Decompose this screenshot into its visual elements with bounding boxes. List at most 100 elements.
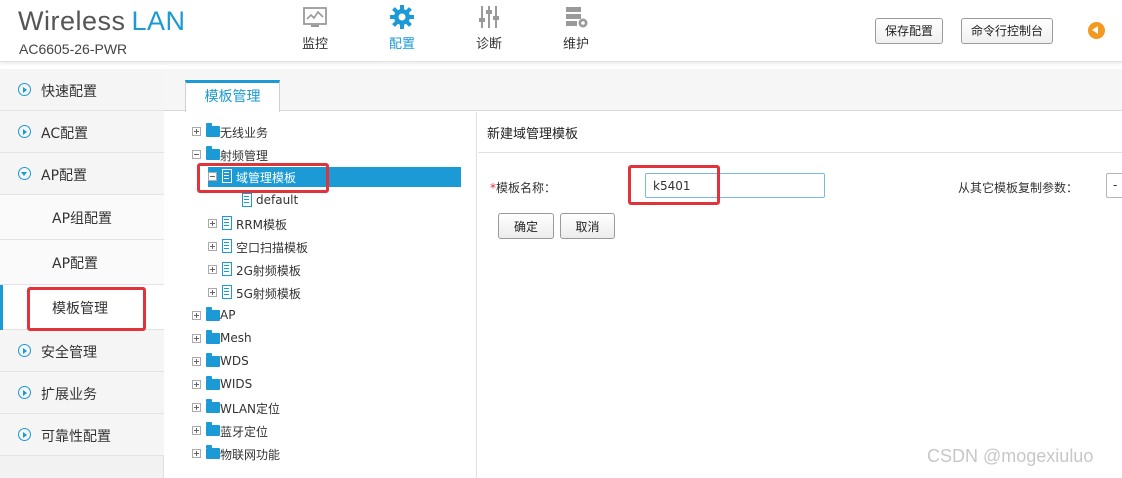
sidebar-item-ap-config[interactable]: AP配置 [0, 153, 164, 195]
folder-icon [206, 330, 220, 344]
sidebar-item-label: AP配置 [41, 168, 88, 184]
tree-node-label: 2G射频模板 [236, 264, 301, 278]
folder-icon [206, 399, 220, 413]
tree-node-label: 无线业务 [220, 126, 269, 140]
highlight-box [27, 287, 146, 331]
tree-node-label: 5G射频模板 [236, 287, 301, 301]
folder-icon [206, 123, 220, 137]
tree-node-label: Mesh [220, 331, 252, 345]
app-logo: Wireless LAN [18, 6, 186, 37]
folder-icon [206, 422, 220, 436]
divider [478, 152, 1122, 153]
document-icon [222, 216, 232, 230]
template-name-label-text: 模板名称： [496, 181, 557, 195]
folder-icon [206, 146, 220, 160]
folder-icon [206, 307, 220, 321]
app-title: Wireless [18, 6, 126, 36]
sidebar-item-label: 安全管理 [41, 345, 97, 361]
save-config-button[interactable]: 保存配置 [875, 18, 944, 44]
sidebar-item-quick-config[interactable]: 快速配置 [0, 69, 164, 111]
active-indicator [0, 285, 3, 330]
nav-monitor-label: 监控 [301, 37, 328, 52]
tree-node-label: 蓝牙定位 [220, 425, 269, 439]
sidebar-item-label: 扩展业务 [41, 387, 97, 403]
sidebar: 快速配置 AC配置 AP配置 AP组配置 AP配置 模板管理 安全管理 扩展业务… [0, 69, 164, 478]
highlight-box [197, 163, 329, 193]
expand-toggle-icon[interactable] [208, 242, 217, 251]
tree-node-label: RRM模板 [236, 218, 288, 232]
sidebar-item-label: 快速配置 [41, 84, 97, 100]
sidebar-subitem-ap-config[interactable]: AP配置 [0, 240, 164, 285]
tree-node-label: WLAN定位 [220, 402, 281, 416]
tree-node-label: 物联网功能 [220, 448, 281, 462]
monitor-icon [303, 7, 327, 27]
chevron-down-icon [18, 167, 31, 180]
sidebar-item-security[interactable]: 安全管理 [0, 330, 164, 372]
folder-icon [206, 353, 220, 367]
sidebar-item-reliability[interactable]: 可靠性配置 [0, 414, 164, 456]
sidebar-item-label: 可靠性配置 [41, 429, 111, 445]
tree-node-label: default [256, 193, 299, 207]
nav-monitor[interactable]: 监控 [285, 4, 345, 54]
expand-toggle-icon[interactable] [192, 127, 201, 136]
chevron-right-icon [18, 428, 31, 441]
expand-toggle-icon[interactable] [208, 288, 217, 297]
chevron-right-icon [18, 125, 31, 138]
template-name-label: *模板名称： [490, 179, 556, 196]
gear-icon [390, 5, 414, 29]
expand-toggle-icon[interactable] [208, 265, 217, 274]
nav-maintain-label: 维护 [562, 37, 589, 52]
folder-icon [206, 445, 220, 459]
chevron-right-icon [18, 83, 31, 96]
cli-console-button[interactable]: 命令行控制台 [961, 18, 1054, 44]
collapse-toggle-icon[interactable] [192, 150, 201, 159]
highlight-box [628, 165, 720, 205]
expand-toggle-icon[interactable] [192, 311, 201, 320]
tab-strip [164, 69, 1122, 111]
expand-toggle-icon[interactable] [192, 357, 201, 366]
document-icon [222, 262, 232, 276]
collapse-arrow-icon[interactable] [1088, 22, 1105, 39]
document-icon [222, 285, 232, 299]
nav-maintain[interactable]: 维护 [546, 4, 606, 54]
document-icon [222, 239, 232, 253]
tree-node-label: WDS [220, 354, 249, 368]
expand-toggle-icon[interactable] [192, 380, 201, 389]
expand-toggle-icon[interactable] [192, 426, 201, 435]
sidebar-item-extended[interactable]: 扩展业务 [0, 372, 164, 414]
tree-node-label: AP [220, 308, 236, 322]
sliders-icon [479, 6, 499, 28]
expand-toggle-icon[interactable] [192, 449, 201, 458]
sidebar-subitem-label: AP配置 [52, 256, 99, 272]
chevron-right-icon [18, 344, 31, 357]
nav-config[interactable]: 配置 [372, 4, 432, 54]
chevron-right-icon [18, 386, 31, 399]
sidebar-subitem-label: AP组配置 [52, 211, 113, 227]
tree-node-label: 射频管理 [220, 149, 269, 163]
ok-button[interactable]: 确定 [498, 213, 554, 239]
device-model: AC6605-26-PWR [19, 41, 128, 57]
top-header: Wireless LAN AC6605-26-PWR 监控 配置 诊断 维护 保… [0, 0, 1122, 62]
copy-params-label: 从其它模板复制参数： [958, 181, 1079, 195]
sidebar-subitem-ap-group[interactable]: AP组配置 [0, 195, 164, 240]
watermark: CSDN @mogexiuluo [927, 446, 1094, 466]
server-gear-icon [566, 7, 588, 28]
folder-icon [206, 376, 220, 390]
form-title: 新建域管理模板 [487, 127, 579, 142]
app-title-accent: LAN [131, 6, 186, 36]
expand-toggle-icon[interactable] [192, 403, 201, 412]
sidebar-item-ac-config[interactable]: AC配置 [0, 111, 164, 153]
nav-config-label: 配置 [388, 37, 415, 52]
expand-toggle-icon[interactable] [192, 334, 201, 343]
nav-diagnose-label: 诊断 [475, 37, 502, 52]
cancel-button[interactable]: 取消 [560, 213, 615, 239]
expand-toggle-icon[interactable] [208, 219, 217, 228]
sidebar-item-label: AC配置 [41, 126, 89, 142]
document-icon [242, 193, 252, 207]
tree-node-label: WIDS [220, 377, 253, 391]
nav-diagnose[interactable]: 诊断 [459, 4, 519, 54]
form-panel [478, 112, 1122, 478]
tab-template-mgmt[interactable]: 模板管理 [185, 80, 280, 112]
copy-template-select[interactable]: - [1106, 173, 1122, 198]
tree-node-label: 空口扫描模板 [236, 241, 309, 255]
